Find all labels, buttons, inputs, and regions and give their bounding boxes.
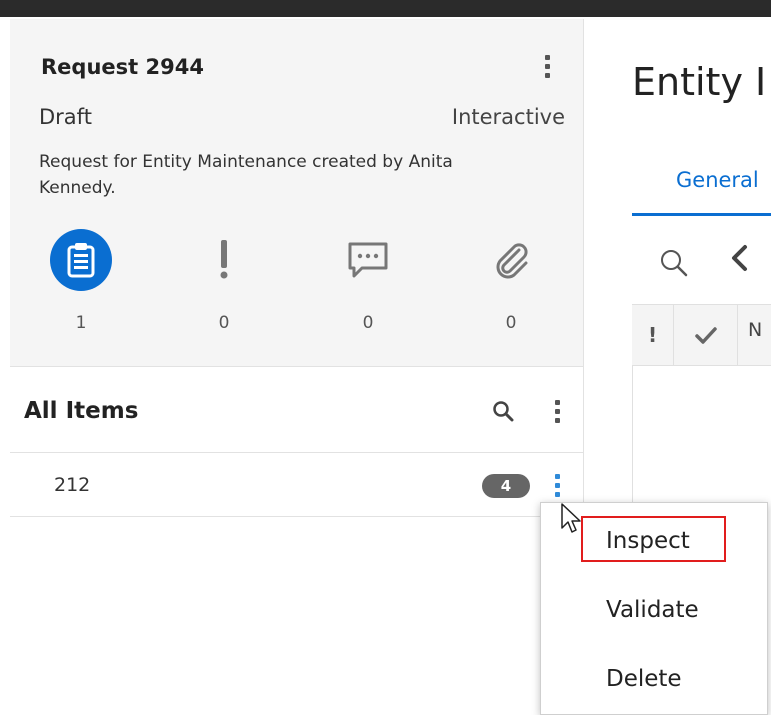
kebab-dot [554, 482, 560, 488]
stat-issues[interactable]: 0 [184, 227, 264, 333]
all-items-header: All Items [10, 368, 583, 453]
menu-item-validate[interactable]: Validate [541, 578, 767, 642]
tab-general[interactable]: General [632, 160, 771, 216]
stat-icon-wrap [471, 227, 551, 293]
stat-comments[interactable]: 0 [328, 227, 408, 333]
kebab-dot [554, 417, 560, 423]
request-title: Request 2944 [41, 55, 204, 79]
kebab-dot [554, 399, 560, 405]
kebab-dot [544, 63, 550, 69]
top-bar [0, 0, 771, 17]
stat-count: 0 [218, 313, 230, 333]
stat-count: 0 [362, 313, 374, 333]
paperclip-icon [496, 243, 528, 279]
kebab-dot [554, 408, 560, 414]
kebab-dot [544, 72, 550, 78]
comment-icon [348, 242, 388, 278]
request-mode: Interactive [451, 105, 565, 129]
items-more-button[interactable] [547, 394, 567, 428]
table-header: ! N [632, 304, 771, 366]
request-status: Draft [39, 105, 92, 129]
stat-icon-wrap [184, 227, 264, 293]
item-name: 212 [54, 474, 91, 496]
search-icon[interactable] [492, 400, 514, 426]
exclamation-icon [220, 240, 228, 279]
kebab-dot [544, 54, 550, 60]
stat-items[interactable]: 1 [41, 227, 121, 333]
stat-icon-wrap [41, 227, 121, 293]
item-more-button[interactable] [547, 468, 567, 502]
list-item[interactable]: 212 4 [10, 454, 583, 517]
search-icon[interactable] [659, 248, 689, 282]
request-card: Request 2944 Draft Interactive Request f… [10, 19, 583, 367]
menu-item-delete[interactable]: Delete [541, 647, 767, 711]
mouse-cursor-icon [560, 502, 582, 540]
column-header-name[interactable]: N [748, 319, 762, 341]
checkmark-icon [694, 327, 717, 344]
request-description: Request for Entity Maintenance created b… [39, 152, 453, 198]
request-more-button[interactable] [537, 51, 557, 81]
kebab-dot [554, 473, 560, 479]
left-panel: Request 2944 Draft Interactive Request f… [10, 19, 583, 715]
clipboard-icon [50, 229, 112, 291]
page-title: Entity I [632, 60, 767, 104]
stat-attachments[interactable]: 0 [471, 227, 551, 333]
count-badge: 4 [482, 474, 530, 498]
column-header-warning[interactable]: ! [632, 305, 674, 365]
all-items-title: All Items [24, 398, 139, 424]
stat-count: 0 [505, 313, 517, 333]
stat-icon-wrap [328, 227, 408, 293]
chevron-left-icon[interactable] [728, 243, 750, 277]
column-header-check[interactable] [674, 305, 738, 365]
kebab-dot [554, 491, 560, 497]
stat-count: 1 [75, 313, 87, 333]
